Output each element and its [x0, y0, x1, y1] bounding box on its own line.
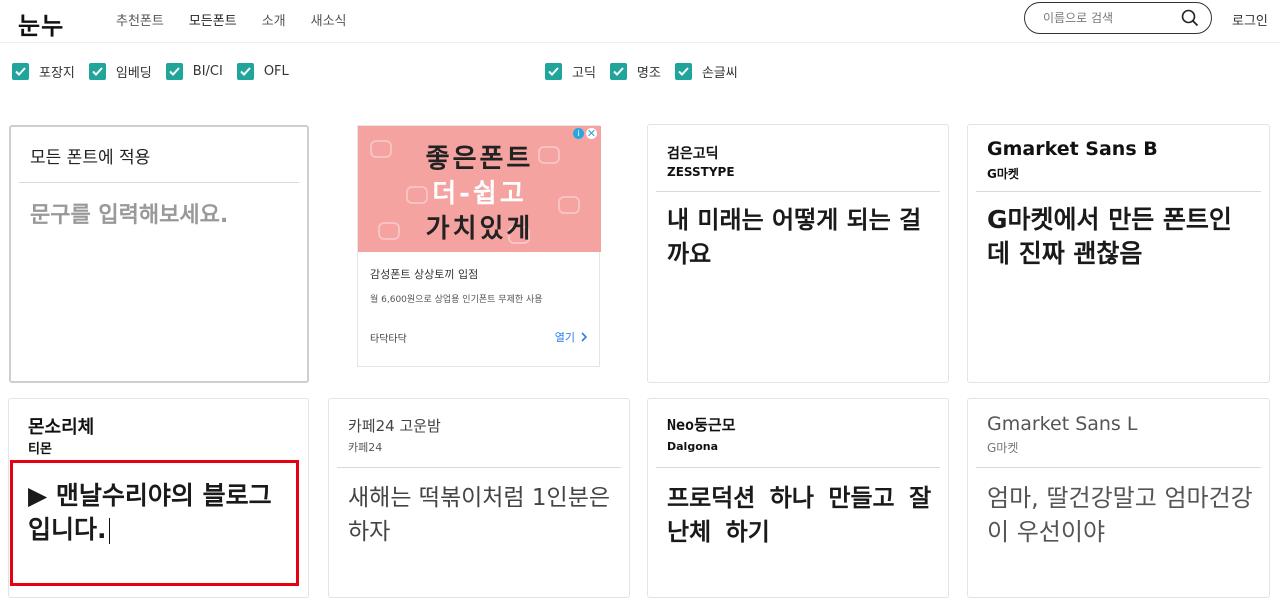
- font-author[interactable]: 카페24: [348, 439, 382, 455]
- font-sample[interactable]: G마켓에서 만든 폰트인데 진짜 괜찮음: [987, 203, 1253, 271]
- ad-open-button[interactable]: 열기: [555, 329, 587, 345]
- font-author[interactable]: G마켓: [987, 439, 1018, 456]
- search-icon[interactable]: [1181, 9, 1199, 31]
- search-box: [1024, 2, 1212, 34]
- filter-label: 임베딩: [115, 66, 152, 81]
- login-link[interactable]: 로그인: [1232, 10, 1268, 29]
- checkbox-checked-icon[interactable]: [545, 63, 562, 80]
- font-sample[interactable]: 새해는 떡볶이처럼 1인분은 하자: [348, 481, 613, 549]
- nav-recommended[interactable]: 추천폰트: [116, 10, 164, 29]
- style-filters: 고딕 명조 손글씨: [545, 62, 752, 81]
- filter-packaging[interactable]: 포장지: [12, 62, 75, 81]
- license-filters: 포장지 임베딩 BI/CI OFL: [12, 62, 303, 81]
- ad-image-line: 좋은폰트: [425, 144, 534, 174]
- top-header: 눈누 추천폰트 모든폰트 소개 새소식 로그인: [0, 0, 1280, 43]
- font-sample[interactable]: 엄마, 딸건강말고 엄마건강이 우선이야: [987, 481, 1253, 549]
- sample-text-input[interactable]: 문구를 입력해보세요.: [30, 199, 291, 233]
- font-author[interactable]: G마켓: [987, 165, 1019, 182]
- filter-ofl[interactable]: OFL: [236, 63, 289, 80]
- ad-image-line: 더-쉽고: [432, 179, 527, 209]
- highlight-box: [10, 460, 299, 586]
- checkbox-checked-icon[interactable]: [674, 63, 692, 80]
- divider: [656, 467, 940, 468]
- font-card[interactable]: 검은고딕 ZESSTYPE 내 미래는 어떻게 되는 걸까요: [647, 124, 949, 383]
- divider: [976, 467, 1261, 468]
- ad-advertiser: 타닥타닥: [370, 334, 407, 345]
- advertisement[interactable]: 좋은폰트 더-쉽고 가치있게 i ✕ 감성폰트 상상토끼 입점 월 6,600원…: [357, 125, 601, 367]
- filter-label: BI/CI: [192, 64, 223, 79]
- font-name[interactable]: Gmarket Sans B: [987, 138, 1158, 160]
- divider: [337, 467, 621, 468]
- info-icon[interactable]: i: [573, 128, 584, 139]
- font-name[interactable]: Neo둥근모: [667, 414, 736, 435]
- font-name[interactable]: Gmarket Sans L: [987, 413, 1137, 435]
- checkbox-checked-icon[interactable]: [88, 63, 106, 80]
- ad-image[interactable]: 좋은폰트 더-쉽고 가치있게: [358, 126, 601, 252]
- font-card[interactable]: Neo둥근모 Dalgona 프로덕션 하나 만들고 잘난체 하기: [647, 398, 949, 598]
- apply-all-title: 모든 폰트에 적용: [30, 148, 151, 168]
- nav-all-fonts[interactable]: 모든폰트: [189, 10, 237, 29]
- font-name[interactable]: 검은고딕: [667, 143, 719, 163]
- ad-open-label: 열기: [554, 331, 575, 344]
- adchoices[interactable]: i ✕: [573, 127, 597, 140]
- apply-all-card: 모든 폰트에 적용 문구를 입력해보세요.: [9, 125, 309, 383]
- font-name[interactable]: 카페24 고운밤: [348, 415, 441, 436]
- search-input[interactable]: [1043, 11, 1173, 25]
- divider: [19, 182, 299, 183]
- site-logo[interactable]: 눈누: [18, 6, 64, 41]
- divider: [976, 191, 1261, 192]
- filter-handwriting[interactable]: 손글씨: [674, 62, 738, 81]
- checkbox-checked-icon[interactable]: [12, 63, 29, 80]
- font-author[interactable]: ZESSTYPE: [667, 165, 735, 179]
- ad-headline[interactable]: 감성폰트 상상토끼 입점: [370, 266, 478, 282]
- font-author[interactable]: Dalgona: [667, 440, 718, 453]
- font-sample[interactable]: 프로덕션 하나 만들고 잘난체 하기: [667, 481, 932, 549]
- chevron-right-icon: [581, 332, 587, 342]
- checkbox-checked-icon[interactable]: [609, 63, 627, 80]
- font-card[interactable]: Gmarket Sans B G마켓 G마켓에서 만든 폰트인데 진짜 괜찮음: [967, 124, 1270, 383]
- ad-image-line: 가치있게: [425, 214, 534, 244]
- font-card[interactable]: Gmarket Sans L G마켓 엄마, 딸건강말고 엄마건강이 우선이야: [967, 398, 1270, 598]
- filter-myeongjo[interactable]: 명조: [609, 62, 661, 81]
- filter-embedding[interactable]: 임베딩: [88, 62, 152, 81]
- divider: [656, 191, 940, 192]
- filter-label: 명조: [636, 66, 661, 81]
- font-card[interactable]: 카페24 고운밤 카페24 새해는 떡볶이처럼 1인분은 하자: [328, 398, 630, 598]
- font-name[interactable]: 몬소리체: [28, 413, 94, 439]
- font-author[interactable]: 티몬: [28, 438, 52, 457]
- checkbox-checked-icon[interactable]: [236, 63, 254, 80]
- filter-label: 포장지: [39, 66, 75, 81]
- filter-gothic[interactable]: 고딕: [545, 62, 596, 81]
- font-sample[interactable]: 내 미래는 어떻게 되는 걸까요: [667, 203, 932, 271]
- filter-label: OFL: [263, 64, 289, 79]
- main-nav: 추천폰트 모든폰트 소개 새소식: [116, 10, 372, 29]
- nav-news[interactable]: 새소식: [311, 10, 347, 29]
- filter-bici[interactable]: BI/CI: [165, 63, 223, 80]
- close-icon[interactable]: ✕: [586, 127, 597, 140]
- filter-label: 손글씨: [701, 66, 738, 81]
- checkbox-checked-icon[interactable]: [165, 63, 183, 80]
- filter-label: 고딕: [572, 66, 596, 81]
- ad-body: 월 6,600원으로 상업용 인기폰트 무제한 사용: [370, 295, 543, 305]
- nav-about[interactable]: 소개: [262, 10, 286, 29]
